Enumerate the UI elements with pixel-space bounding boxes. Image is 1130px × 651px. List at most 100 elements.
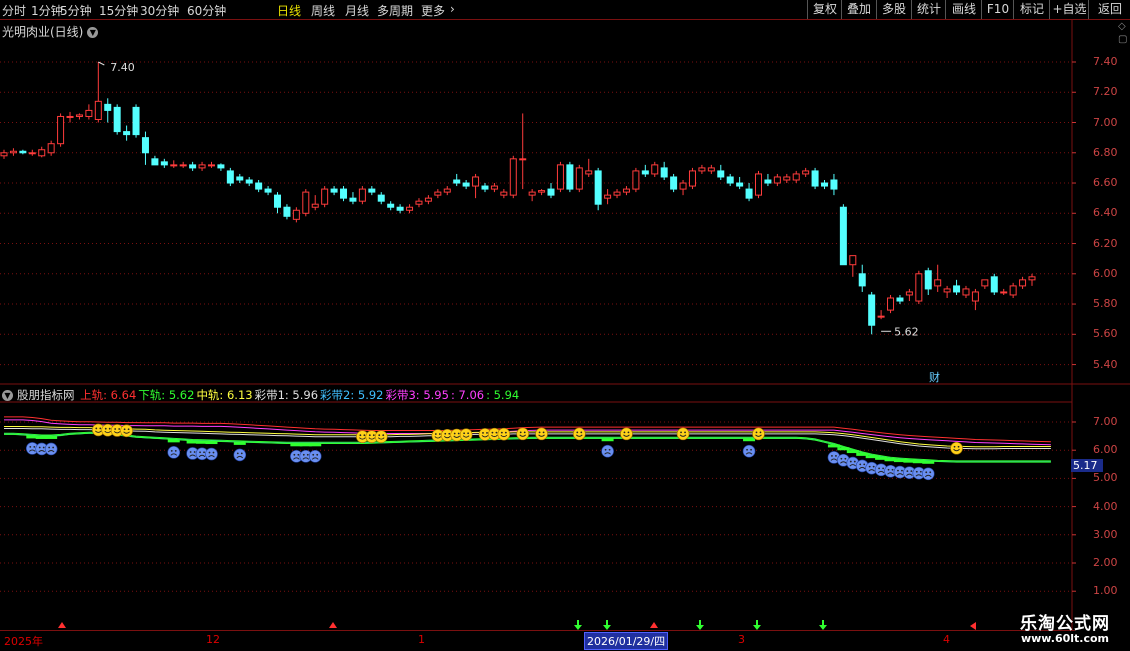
candle-down [217, 164, 225, 169]
candle-down [839, 206, 847, 266]
happy-face-icon [459, 428, 473, 442]
candle-up [651, 164, 659, 175]
candle-down [236, 176, 244, 181]
candle-up [802, 170, 810, 175]
candle-down [141, 137, 149, 154]
candle-up [962, 288, 970, 296]
sad-face-icon [601, 438, 614, 458]
candle-up [934, 279, 942, 287]
candle-up [302, 191, 310, 214]
candle-down [896, 297, 904, 302]
candle-down [830, 179, 838, 190]
indicator-tick-label: 1.00 [1093, 584, 1118, 598]
indicator-name: 股朋指标网 [17, 388, 75, 402]
buy-arrow-icon [329, 622, 337, 628]
candle-down [113, 106, 121, 133]
candle-up [1000, 291, 1008, 294]
candle-down [387, 203, 395, 208]
candle-down [283, 206, 291, 217]
candle-down [123, 131, 131, 136]
stock-title[interactable]: 光明肉业(日线) ▼ [2, 23, 99, 40]
candle-down [255, 182, 263, 190]
candle-up [179, 164, 187, 167]
indicator-tick-label: 5.00 [1093, 471, 1118, 485]
candle-up [613, 191, 621, 196]
candle-up [170, 164, 178, 167]
candle-down [726, 176, 734, 184]
chart-canvas[interactable]: 7.40 5.62 财 [0, 0, 1130, 650]
happy-face-icon [497, 427, 511, 441]
candle-up [849, 255, 857, 266]
candle-down [368, 188, 376, 193]
candle-up [415, 200, 423, 205]
candle-down [481, 185, 489, 190]
date-label: 2025年 [4, 635, 43, 648]
candle-down [274, 194, 282, 208]
brand-url: www.60lt.com [1020, 632, 1110, 645]
happy-face-icon [620, 427, 633, 441]
stock-title-text: 光明肉业(日线) [2, 25, 84, 39]
indicator-tick-label: 2.00 [1093, 556, 1118, 569]
candle-down [745, 188, 753, 199]
candle-down [151, 158, 159, 166]
candle-up [321, 188, 329, 205]
candle-up [443, 188, 451, 193]
indicator-value: 彩带2: 5.92 [320, 388, 384, 402]
candle-up [915, 273, 923, 302]
candle-down [462, 182, 470, 187]
candle-up [905, 291, 913, 296]
candle-up [57, 115, 65, 145]
candle-down [566, 164, 574, 190]
candle-up [877, 315, 885, 318]
candle-up [1009, 285, 1017, 296]
candle-up [358, 188, 366, 202]
candle-up [85, 109, 93, 117]
candle-down [670, 176, 678, 190]
price-tick-label: 7.00 [1093, 115, 1118, 129]
happy-face-icon [120, 424, 133, 438]
candle-up [472, 176, 480, 187]
candle-up [943, 288, 951, 293]
candle-up [292, 209, 300, 220]
candle-up [707, 167, 715, 172]
candle-up [434, 191, 442, 196]
candle-up [509, 158, 517, 196]
price-tick-label: 5.60 [1093, 327, 1118, 341]
side-scroll-strip[interactable]: ◇ ▢ [1118, 20, 1130, 46]
indicator-tick-label: 4.00 [1093, 499, 1118, 513]
happy-face-icon [374, 430, 388, 443]
candle-down [226, 170, 234, 184]
candle-down [953, 285, 961, 293]
sad-face-icon [205, 441, 218, 461]
candle-down [717, 170, 725, 178]
price-tick-label: 7.20 [1093, 85, 1118, 99]
candle-up [622, 188, 630, 193]
candle-up [538, 190, 546, 193]
candle-down [396, 206, 404, 211]
candle-down [19, 150, 27, 154]
indicator-header: ▼ 股朋指标网 上轨: 6.64 下轨: 5.62 中轨: 6.13 彩带1: 5.96… [2, 387, 523, 403]
sell-arrow-icon [753, 620, 761, 630]
sad-face-icon [167, 439, 181, 459]
sad-face-icon [742, 438, 756, 458]
date-cursor: 2026/01/29/四 [584, 632, 669, 650]
indicator-value: 上轨: 6.64 [80, 388, 137, 402]
candle-down [821, 182, 829, 187]
candle-up [679, 182, 687, 190]
candle-down [160, 161, 168, 166]
chevron-down-icon[interactable]: ▼ [2, 390, 13, 401]
happy-face-icon [950, 441, 963, 455]
candle-up [971, 291, 979, 302]
candle-down [189, 164, 197, 169]
candle-down [811, 170, 819, 187]
candle-up [887, 297, 895, 311]
candle-down [340, 188, 348, 199]
candle-down [924, 270, 932, 290]
candle-up [75, 114, 83, 117]
candle-up [754, 173, 762, 196]
chevron-down-icon[interactable]: ▼ [87, 27, 99, 38]
indicator-value: 彩带1: 5.96 [254, 388, 319, 402]
candle-up [981, 279, 989, 287]
candle-down [641, 170, 649, 175]
candle-down [660, 167, 668, 178]
